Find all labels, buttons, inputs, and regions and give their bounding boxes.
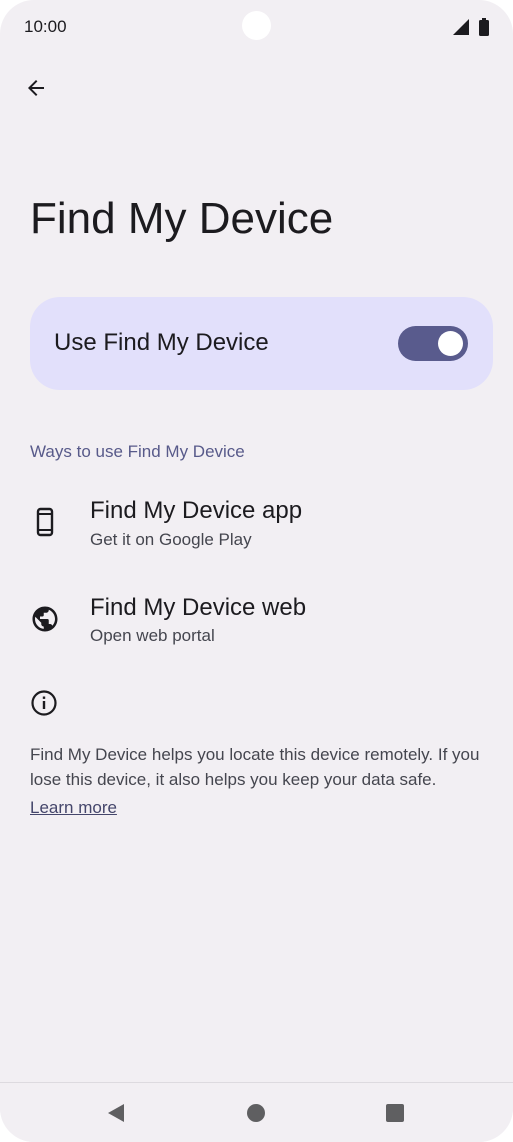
phone-icon — [36, 507, 54, 537]
main-toggle-switch[interactable] — [398, 326, 468, 361]
item-subtitle: Open web portal — [90, 626, 215, 645]
arrow-back-icon — [28, 80, 44, 96]
status-bar: 10:00 — [0, 0, 513, 56]
item-title: Find My Device app — [90, 497, 303, 524]
info-icon — [31, 690, 57, 716]
item-title: Find My Device web — [90, 594, 307, 621]
item-subtitle: Get it on Google Play — [90, 530, 252, 549]
navigation-bar — [0, 1082, 513, 1142]
status-time: 10:00 — [24, 17, 67, 36]
globe-icon — [32, 606, 58, 632]
signal-icon — [453, 19, 469, 35]
info-description: Find My Device helps you locate this dev… — [30, 745, 480, 789]
section-header: Ways to use Find My Device — [30, 442, 245, 461]
battery-icon — [479, 18, 489, 36]
back-button[interactable] — [16, 68, 56, 108]
learn-more-link[interactable]: Learn more — [30, 798, 117, 818]
nav-recents-icon[interactable] — [386, 1104, 404, 1122]
list-item-find-my-device-web[interactable]: Find My Device web Open web portal — [0, 586, 513, 666]
use-find-my-device-toggle-row[interactable]: Use Find My Device — [30, 297, 493, 390]
list-item-find-my-device-app[interactable]: Find My Device app Get it on Google Play — [0, 490, 513, 570]
page-title: Find My Device — [30, 194, 334, 243]
screen: 10:00 Find My Device Use Find My Device … — [0, 0, 513, 1142]
switch-thumb — [438, 331, 463, 356]
main-toggle-label: Use Find My Device — [54, 329, 269, 356]
nav-back-icon[interactable] — [106, 1103, 126, 1123]
camera-cutout — [242, 11, 271, 40]
nav-home-icon[interactable] — [247, 1104, 265, 1122]
